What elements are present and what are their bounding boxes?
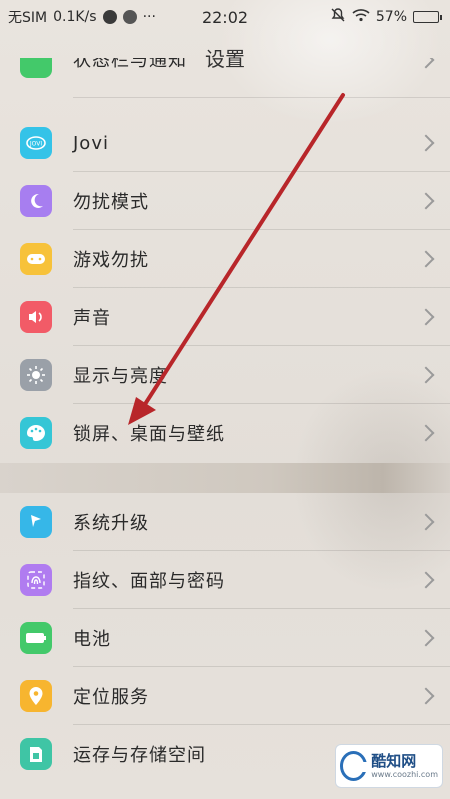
- svg-text:JOVI: JOVI: [29, 141, 42, 148]
- chevron-right-icon: [417, 134, 435, 152]
- sun-icon: [20, 359, 52, 391]
- chevron-right-icon: [417, 571, 435, 589]
- status-bar-icon: [20, 58, 52, 78]
- app-notification-icon: [122, 10, 137, 24]
- battery-icon: [20, 622, 52, 654]
- upgrade-icon: [20, 506, 52, 538]
- watermark-url: www.coozhi.com: [371, 770, 438, 779]
- settings-item[interactable]: 锁屏、桌面与壁纸: [0, 404, 450, 462]
- chevron-right-icon: [417, 366, 435, 384]
- settings-item[interactable]: 电池: [0, 609, 450, 667]
- watermark-icon: [340, 751, 369, 781]
- chevron-right-icon: [417, 58, 435, 69]
- mute-icon: [330, 7, 346, 27]
- settings-item-label: 系统升级: [73, 513, 149, 534]
- notification-icon: [102, 10, 117, 24]
- more-dots-icon: ···: [142, 9, 156, 25]
- settings-item-label: 锁屏、桌面与壁纸: [73, 424, 225, 445]
- settings-item-label: 声音: [73, 308, 111, 329]
- settings-item-label: Jovi: [73, 132, 109, 154]
- settings-item[interactable]: 声音: [0, 288, 450, 346]
- settings-item[interactable]: JOVI Jovi: [0, 114, 450, 172]
- fingerprint-icon: [20, 564, 52, 596]
- settings-item[interactable]: 显示与亮度: [0, 346, 450, 404]
- settings-item[interactable]: 系统升级: [0, 493, 450, 551]
- chevron-right-icon: [417, 687, 435, 705]
- jovi-icon: JOVI: [20, 127, 52, 159]
- chevron-right-icon: [417, 424, 435, 442]
- battery-percent: 57%: [375, 9, 407, 25]
- list-item-label: 状态栏与通知: [73, 58, 187, 71]
- settings-item-label: 指纹、面部与密码: [73, 571, 225, 592]
- speaker-icon: [20, 301, 52, 333]
- settings-item[interactable]: 指纹、面部与密码: [0, 551, 450, 609]
- chevron-right-icon: [417, 250, 435, 268]
- settings-item-label: 电池: [73, 629, 111, 650]
- moon-icon: [20, 185, 52, 217]
- settings-item-label: 显示与亮度: [73, 366, 168, 387]
- network-speed: 0.1K/s: [53, 9, 97, 25]
- settings-item[interactable]: 定位服务: [0, 667, 450, 725]
- wifi-icon: [352, 8, 370, 26]
- carrier-text: 无SIM: [8, 10, 48, 26]
- location-icon: [20, 680, 52, 712]
- group-separator: [0, 463, 450, 493]
- battery-indicator-icon: [413, 11, 442, 23]
- watermark-logo: 酷知网 www.coozhi.com: [335, 744, 443, 788]
- list-item-partial[interactable]: 状态栏与通知: [0, 58, 450, 98]
- storage-icon: [20, 738, 52, 770]
- chevron-right-icon: [417, 192, 435, 210]
- chevron-right-icon: [417, 629, 435, 647]
- divider: [73, 97, 450, 98]
- chevron-right-icon: [417, 513, 435, 531]
- palette-icon: [20, 417, 52, 449]
- settings-item-label: 勿扰模式: [73, 192, 149, 213]
- settings-item-label: 游戏勿扰: [73, 250, 149, 271]
- settings-item-label: 运存与存储空间: [73, 745, 206, 766]
- status-bar: 无SIM 0.1K/s ··· 22:02 57%: [0, 0, 450, 34]
- settings-item[interactable]: 游戏勿扰: [0, 230, 450, 288]
- settings-item[interactable]: 勿扰模式: [0, 172, 450, 230]
- settings-item-label: 定位服务: [73, 687, 149, 708]
- gamepad-icon: [20, 243, 52, 275]
- chevron-right-icon: [417, 308, 435, 326]
- watermark-text: 酷知网: [371, 752, 417, 770]
